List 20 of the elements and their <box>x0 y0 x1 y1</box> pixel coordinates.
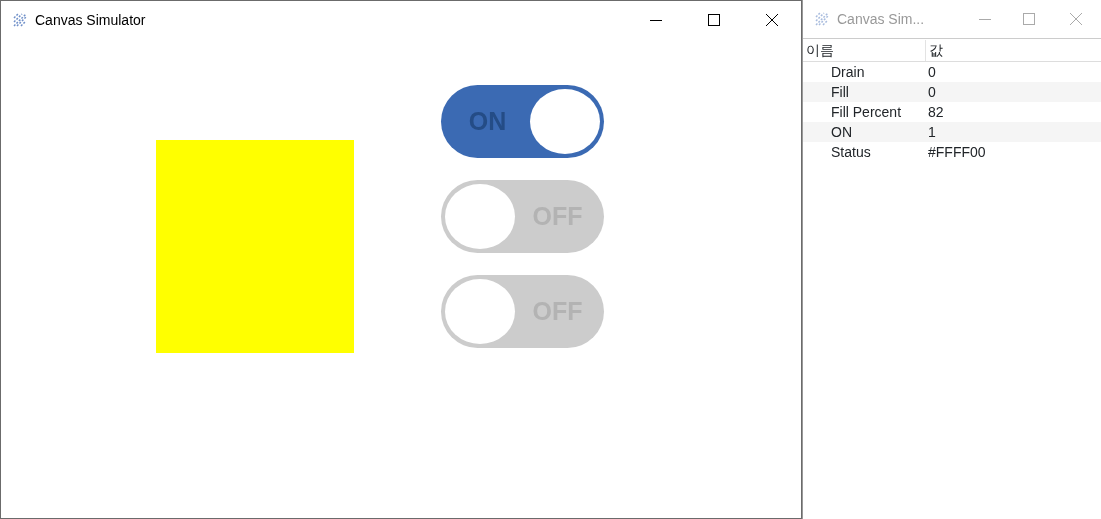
property-name: Status <box>831 143 871 160</box>
window-title: Canvas Sim... <box>837 9 925 29</box>
close-icon <box>766 14 778 26</box>
column-header[interactable]: 값 <box>929 41 943 58</box>
maximize-icon <box>1023 13 1035 25</box>
app-icon <box>815 12 829 26</box>
close-icon <box>1070 13 1082 25</box>
property-name: ON <box>831 123 852 140</box>
property-value: 0 <box>928 83 936 100</box>
property-name: Fill Percent <box>831 103 902 120</box>
app-icon <box>13 13 27 27</box>
property-value: 1 <box>928 123 936 140</box>
property-name: Fill <box>831 83 849 100</box>
property-value: 82 <box>928 103 944 120</box>
window-title: Canvas Simulator <box>35 10 146 30</box>
property-name: Drain <box>831 63 865 80</box>
column-header[interactable]: 이름 <box>806 41 834 58</box>
property-value: 0 <box>928 63 936 80</box>
maximize-icon <box>708 14 720 26</box>
property-value: #FFFF00 <box>928 143 986 160</box>
